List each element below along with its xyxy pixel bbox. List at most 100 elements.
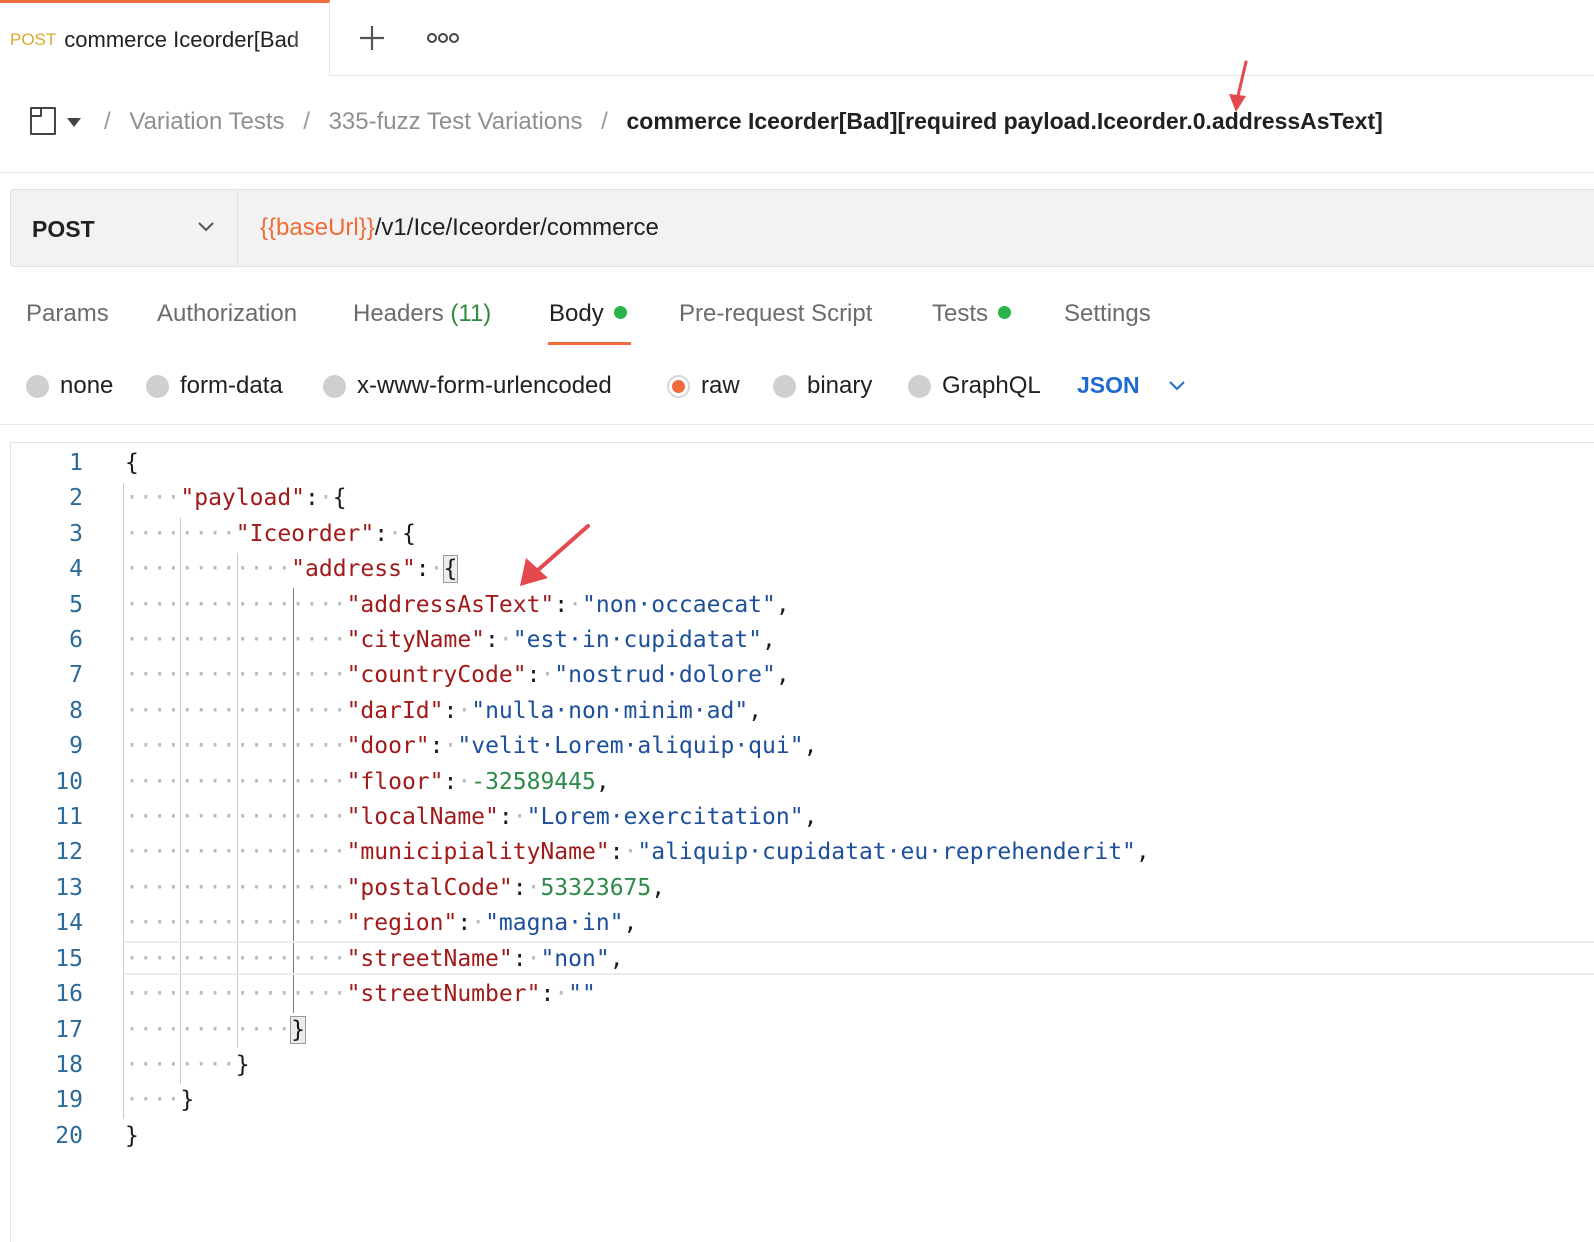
breadcrumb-current-request[interactable]: commerce Iceorder[Bad][required payload.… — [627, 108, 1383, 134]
json-key: "payload" — [180, 485, 306, 512]
url-bar: POST {{baseUrl}}/v1/Ice/Iceorder/commerc… — [10, 189, 1594, 267]
radio-form-data[interactable]: form-data — [146, 372, 283, 400]
line-number: 18 — [55, 1051, 83, 1078]
line-number: 1 — [69, 450, 83, 476]
radio-urlencoded[interactable]: x-www-form-urlencoded — [323, 372, 612, 400]
json-value: "aliquip·cupidatat·eu·reprehenderit" — [637, 839, 1136, 866]
line-number: 15 — [55, 945, 83, 972]
line-number: 20 — [55, 1122, 83, 1149]
request-tab[interactable]: POST commerce Iceorder[Bad — [0, 0, 330, 76]
caret-down-icon[interactable] — [66, 116, 82, 128]
line-number: 17 — [55, 1016, 83, 1043]
url-path: /v1/Ice/Iceorder/commerce — [374, 214, 659, 241]
tests-status-dot — [998, 306, 1012, 319]
radio-circle — [146, 374, 169, 398]
body-divider — [0, 424, 1594, 425]
radio-raw[interactable]: raw — [667, 372, 740, 400]
tab-tests-label: Tests — [932, 300, 989, 327]
json-value: "nostrud·dolore" — [554, 662, 776, 689]
json-key: "darId" — [346, 697, 444, 724]
json-value: "" — [568, 981, 596, 1008]
tab-headers[interactable]: Headers (11) — [353, 300, 491, 328]
request-tabs: Params Authorization Headers (11) Body P… — [0, 290, 1594, 350]
line-number: 16 — [55, 981, 83, 1008]
breadcrumb-separator: / — [104, 108, 111, 135]
line-number: 4 — [69, 556, 83, 583]
url-input[interactable]: {{baseUrl}}/v1/Ice/Iceorder/commerce — [260, 214, 659, 242]
json-key: "streetNumber" — [346, 981, 541, 1008]
tab-title: commerce Iceorder[Bad — [64, 26, 300, 52]
json-key: "countryCode" — [346, 662, 527, 689]
line-number: 8 — [69, 697, 83, 724]
tab-body-label: Body — [549, 300, 604, 327]
json-value: "non·occaecat" — [582, 591, 776, 618]
radio-none[interactable]: none — [26, 372, 113, 400]
tab-body[interactable]: Body — [549, 300, 627, 328]
line-number: 7 — [69, 662, 83, 689]
line-number: 10 — [55, 768, 83, 795]
json-value: "magna·in" — [485, 910, 624, 937]
radio-binary-label: binary — [807, 372, 873, 399]
radio-circle — [908, 374, 931, 398]
body-status-dot — [613, 306, 627, 319]
tab-method-label: POST — [10, 29, 57, 49]
line-number: 19 — [55, 1087, 83, 1114]
json-key: "streetName" — [346, 945, 513, 972]
radio-none-label: none — [60, 372, 114, 399]
json-key: "door" — [346, 733, 430, 760]
tab-headers-label: Headers — [353, 300, 444, 327]
matched-bracket: { — [442, 555, 459, 584]
url-variable: {{baseUrl}} — [260, 214, 375, 241]
json-value: -32589445 — [471, 768, 596, 795]
json-key: "municipialityName" — [346, 839, 610, 866]
matched-bracket: } — [290, 1015, 307, 1044]
body-type-options: none form-data x-www-form-urlencoded raw… — [0, 360, 1594, 420]
breadcrumb-separator: / — [303, 108, 310, 135]
tab-pre-request-script[interactable]: Pre-request Script — [679, 300, 872, 328]
line-number: 13 — [55, 874, 83, 901]
code-editor[interactable]: 1{ 2 ····"payload":·{ 3 ········"Iceorder"… — [10, 442, 1594, 1242]
line-number: 14 — [55, 910, 83, 937]
breadcrumb-bar: / Variation Tests / 335-fuzz Test Variat… — [0, 76, 1594, 173]
tab-settings[interactable]: Settings — [1064, 300, 1151, 328]
body-format-select[interactable]: JSON — [1077, 372, 1140, 399]
tab-title-fade — [289, 3, 329, 76]
radio-graphql[interactable]: GraphQL — [908, 372, 1041, 400]
radio-circle — [26, 374, 49, 398]
method-select[interactable]: POST — [11, 190, 238, 266]
json-key: "floor" — [346, 768, 444, 795]
request-file-icon[interactable] — [29, 106, 57, 136]
json-key: "localName" — [346, 804, 499, 831]
plus-icon[interactable] — [356, 22, 388, 54]
request-tab-bar: POST commerce Iceorder[Bad — [0, 0, 1594, 76]
radio-graphql-label: GraphQL — [942, 372, 1041, 399]
active-tab-underline — [548, 342, 631, 345]
json-key: "postalCode" — [346, 874, 513, 901]
line-number: 5 — [69, 591, 83, 618]
json-value: "nulla·non·minim·ad" — [471, 697, 749, 724]
radio-form-data-label: form-data — [180, 372, 283, 399]
radio-circle-selected — [667, 374, 690, 398]
radio-binary[interactable]: binary — [773, 372, 872, 400]
json-body: 1{ 2 ····"payload":·{ 3 ········"Iceorder"… — [11, 446, 1149, 1154]
line-number: 6 — [69, 627, 83, 654]
radio-raw-label: raw — [701, 372, 740, 399]
tab-tests[interactable]: Tests — [932, 300, 1012, 328]
more-options-icon[interactable] — [426, 30, 460, 46]
json-key: "addressAsText" — [346, 591, 555, 618]
breadcrumb-item-fuzz-variations[interactable]: 335-fuzz Test Variations — [329, 108, 583, 135]
method-label: POST — [32, 216, 95, 242]
json-key: "address" — [291, 556, 416, 583]
line-number: 3 — [69, 520, 83, 547]
tab-authorization[interactable]: Authorization — [157, 300, 297, 328]
tab-params[interactable]: Params — [26, 300, 109, 328]
json-value: "est·in·cupidatat" — [512, 627, 763, 654]
chevron-down-icon — [198, 222, 214, 232]
line-number: 2 — [69, 485, 83, 512]
chevron-down-icon[interactable] — [1168, 380, 1186, 392]
line-number: 9 — [69, 733, 83, 760]
json-value: "non" — [540, 945, 610, 972]
breadcrumb-item-variation-tests[interactable]: Variation Tests — [129, 108, 284, 135]
line-number: 12 — [55, 839, 83, 866]
json-value: "velit·Lorem·aliquip·qui" — [457, 733, 804, 760]
